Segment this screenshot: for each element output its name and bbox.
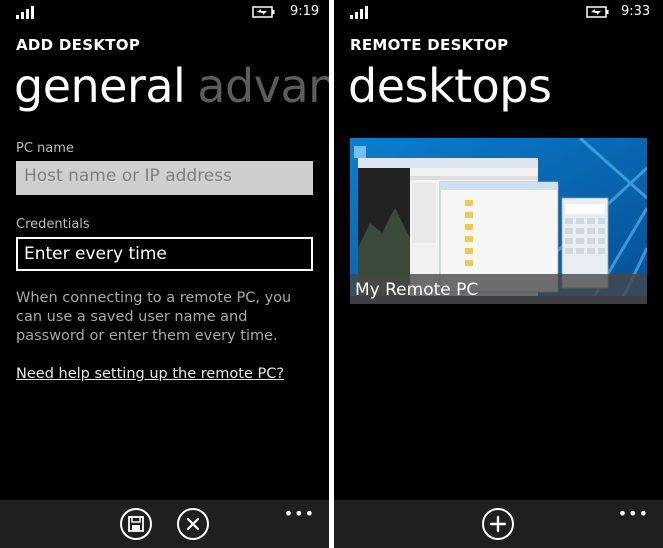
pivot-item-desktops[interactable]: desktops (348, 59, 552, 113)
more-options-button[interactable]: ••• (618, 504, 649, 523)
desktop-tile[interactable]: My Remote PC (350, 138, 647, 304)
credentials-select[interactable]: Enter every time (16, 237, 313, 271)
cancel-icon (186, 517, 200, 531)
battery-charging-icon (586, 6, 610, 18)
app-title: REMOTE DESKTOP (350, 36, 509, 54)
credentials-label: Credentials (16, 217, 90, 232)
credentials-help-text: When connecting to a remote PC, you can … (16, 290, 292, 344)
add-desktop-screen: 9:19 ADD DESKTOP generaladvanced PC name… (0, 0, 329, 548)
pivot-header: generaladvanced (14, 60, 329, 112)
more-options-button[interactable]: ••• (284, 504, 315, 523)
pc-name-input[interactable]: Host name or IP address (16, 161, 313, 195)
save-icon (128, 516, 144, 532)
pivot-item-general[interactable]: general (14, 59, 186, 113)
clock: 9:33 (621, 4, 651, 19)
status-bar: 9:19 (0, 0, 329, 24)
save-button[interactable] (120, 508, 152, 540)
clock: 9:19 (290, 4, 320, 19)
pivot-item-advanced[interactable]: advanced (197, 59, 329, 113)
pc-name-label: PC name (16, 141, 74, 156)
app-bar: ••• (334, 500, 663, 548)
signal-strength-icon (16, 5, 38, 19)
setup-help-link[interactable]: Need help setting up the remote PC? (16, 366, 284, 382)
remote-desktop-screen: 9:33 REMOTE DESKTOP desktops My Remote P… (334, 0, 663, 548)
cancel-button[interactable] (177, 508, 209, 540)
add-icon (489, 515, 507, 533)
status-bar: 9:33 (334, 0, 663, 24)
add-desktop-button[interactable] (482, 508, 514, 540)
signal-strength-icon (350, 5, 372, 19)
battery-charging-icon (252, 6, 276, 18)
app-bar: ••• (0, 500, 329, 548)
desktop-name: My Remote PC (355, 280, 479, 300)
pivot-header: desktops (348, 59, 552, 113)
app-title: ADD DESKTOP (16, 36, 141, 54)
